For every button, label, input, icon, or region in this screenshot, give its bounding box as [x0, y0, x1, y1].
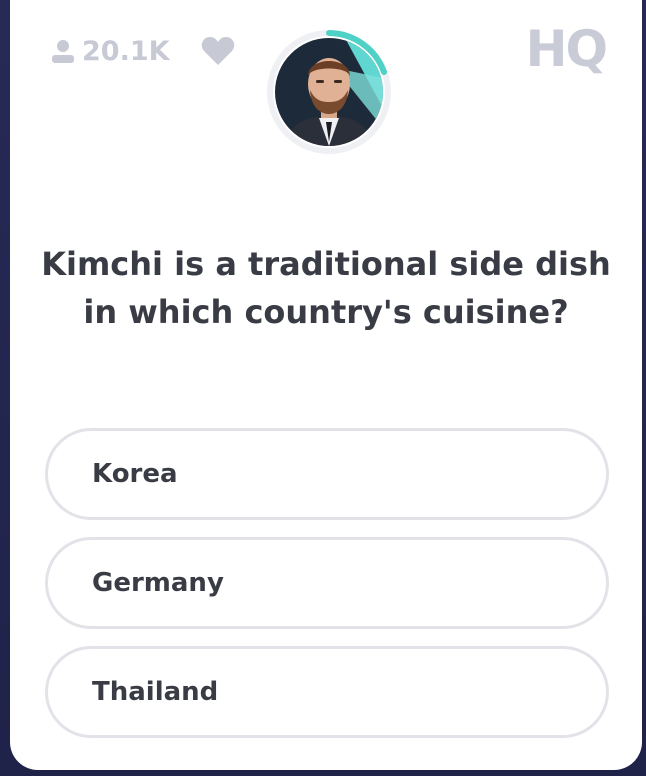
host-avatar-timer	[265, 28, 393, 156]
hq-logo: HQ	[525, 20, 608, 78]
host-avatar	[275, 38, 383, 146]
answer-option-2[interactable]: Germany	[45, 537, 609, 629]
question-card: 20.1K HQ Kimchi is a traditional side di…	[10, 0, 642, 770]
viewer-count-group: 20.1K	[52, 36, 170, 67]
answer-label: Korea	[92, 459, 178, 489]
question-text: Kimchi is a traditional side dish in whi…	[41, 245, 611, 331]
answer-label: Germany	[92, 568, 224, 598]
answer-option-1[interactable]: Korea	[45, 428, 609, 520]
answer-option-3[interactable]: Thailand	[45, 646, 609, 738]
person-icon	[52, 39, 74, 65]
app-screen: 20.1K HQ Kimchi is a traditional side di…	[0, 0, 646, 776]
viewer-count: 20.1K	[82, 36, 170, 67]
heart-icon[interactable]	[201, 36, 235, 70]
answer-label: Thailand	[92, 677, 219, 707]
